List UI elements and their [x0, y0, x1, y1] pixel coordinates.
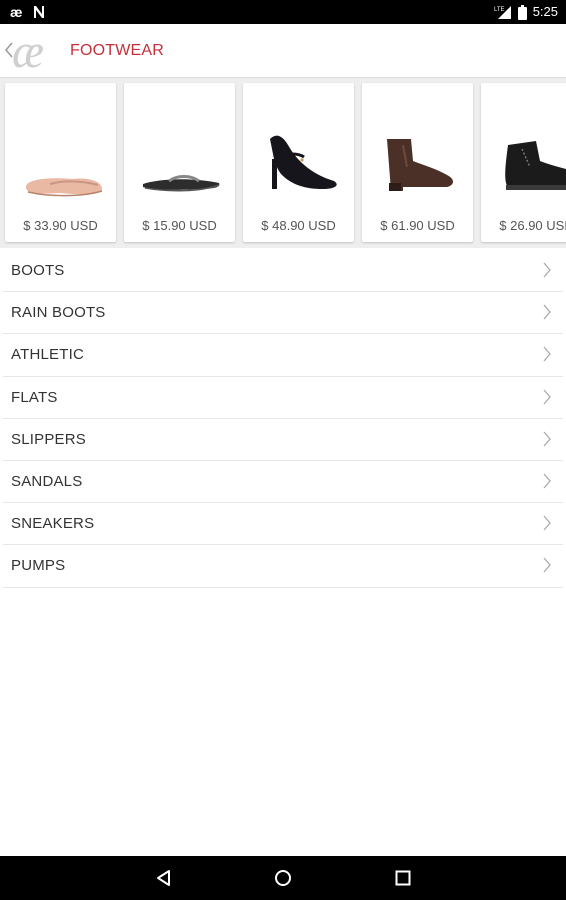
- category-label: SNEAKERS: [11, 515, 95, 533]
- chevron-right-icon: [543, 515, 551, 531]
- chevron-right-icon: [543, 431, 551, 447]
- category-item-boots[interactable]: BOOTS: [3, 250, 563, 293]
- category-item-sneakers[interactable]: SNEAKERS: [3, 503, 563, 546]
- category-label: ATHLETIC: [11, 346, 84, 364]
- category-item-sandals[interactable]: SANDALS: [3, 461, 563, 504]
- status-bar: æ LTE 5:25: [0, 0, 566, 24]
- featured-products-carousel[interactable]: $ 33.90 USD $ 15.90 USD $ 48.90 USD $ 61…: [0, 78, 566, 248]
- back-triangle-icon[interactable]: [154, 868, 174, 888]
- svg-text:æ: æ: [12, 29, 44, 73]
- lte-signal-icon: LTE: [494, 6, 511, 19]
- navigation-bar: [0, 856, 566, 900]
- ae-logo: æ: [12, 29, 44, 73]
- chevron-right-icon: [543, 389, 551, 404]
- product-card[interactable]: $ 15.90 USD: [124, 83, 235, 242]
- black-sneaker-boot-image: [505, 141, 566, 190]
- category-item-rain-boots[interactable]: RAIN BOOTS: [3, 292, 563, 335]
- category-item-pumps[interactable]: PUMPS: [3, 545, 563, 588]
- home-circle-icon[interactable]: [273, 868, 293, 888]
- chevron-right-icon: [543, 346, 551, 362]
- status-time: 5:25: [532, 4, 558, 19]
- recents-square-icon[interactable]: [393, 868, 413, 888]
- app-notification-icon: æ: [10, 4, 23, 20]
- status-bar-right: LTE 5:25: [494, 4, 558, 20]
- category-label: BOOTS: [11, 262, 65, 279]
- chevron-right-icon: [543, 304, 551, 320]
- product-price: $ 33.90 USD: [23, 218, 98, 233]
- category-label: PUMPS: [11, 557, 66, 575]
- chevron-right-icon: [543, 557, 551, 573]
- category-label: SLIPPERS: [11, 430, 86, 448]
- category-label: FLATS: [11, 388, 58, 406]
- category-item-flats[interactable]: FLATS: [3, 377, 563, 419]
- black-sandal-image: [143, 175, 220, 192]
- product-price: $ 48.90 USD: [261, 218, 336, 233]
- chevron-right-icon: [543, 262, 551, 278]
- pink-flat-shoe-image: [26, 178, 103, 197]
- product-card[interactable]: $ 26.90 USD: [481, 83, 566, 242]
- n-notification-icon: [34, 6, 45, 18]
- chevron-right-icon: [543, 473, 551, 489]
- svg-text:LTE: LTE: [494, 7, 505, 13]
- page-title: FOOTWEAR: [70, 42, 165, 59]
- product-price: $ 61.90 USD: [380, 218, 455, 233]
- category-item-slippers[interactable]: SLIPPERS: [3, 419, 563, 461]
- product-price: $ 15.90 USD: [142, 218, 217, 233]
- product-card[interactable]: $ 48.90 USD: [243, 83, 354, 242]
- app-bar: æ FOOTWEAR: [0, 24, 566, 78]
- category-item-athletic[interactable]: ATHLETIC: [3, 334, 563, 377]
- battery-icon: [517, 4, 527, 20]
- product-card[interactable]: $ 61.90 USD: [362, 83, 473, 242]
- category-label: SANDALS: [11, 472, 83, 490]
- category-list: BOOTS RAIN BOOTS ATHLETIC FLATS SLIPPERS…: [3, 250, 563, 588]
- black-mary-jane-pump-image: [270, 135, 337, 189]
- brown-ankle-boot-image: [387, 139, 453, 191]
- product-price: $ 26.90 USD: [499, 218, 566, 233]
- category-label: RAIN BOOTS: [11, 304, 106, 322]
- status-bar-left: æ: [10, 4, 46, 20]
- product-card[interactable]: $ 33.90 USD: [5, 83, 116, 242]
